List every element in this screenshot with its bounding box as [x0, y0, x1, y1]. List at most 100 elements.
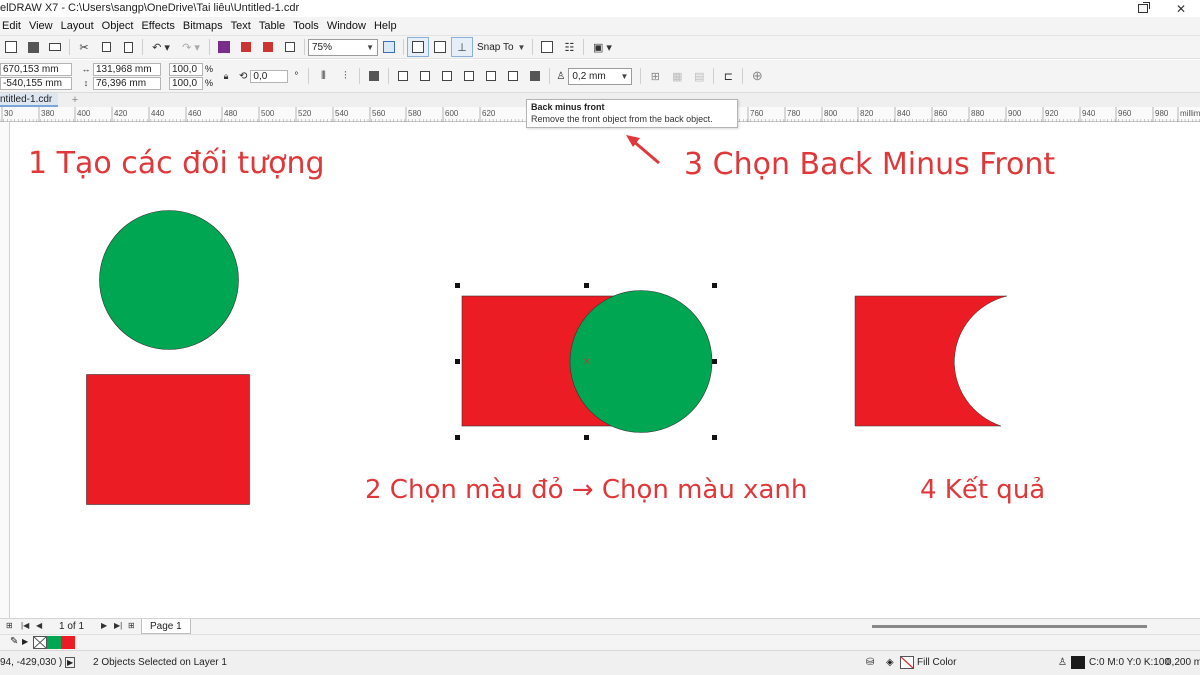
palette-arrow-icon[interactable]: ▶	[22, 637, 28, 646]
trim-button[interactable]	[414, 66, 436, 86]
menu-table[interactable]: Table	[259, 20, 293, 32]
mirror-vertical-button[interactable]: ⫶	[334, 66, 356, 86]
import-button[interactable]	[235, 37, 257, 57]
save-button[interactable]	[22, 37, 44, 57]
export-button[interactable]	[257, 37, 279, 57]
eyedropper-icon[interactable]: ✎	[10, 636, 18, 647]
horizontal-scrollbar[interactable]	[872, 625, 1147, 628]
selection-handle[interactable]	[455, 283, 460, 288]
intersect-icon	[442, 71, 453, 81]
selection-handle[interactable]	[712, 359, 717, 364]
menu-help[interactable]: Help	[374, 20, 405, 32]
restore-button[interactable]	[1124, 0, 1162, 17]
to-front-button[interactable]: ⊏	[717, 66, 739, 86]
menu-window[interactable]: Window	[327, 20, 374, 32]
menu-tools[interactable]: Tools	[293, 20, 327, 32]
weld-button[interactable]	[392, 66, 414, 86]
green-swatch[interactable]	[47, 636, 61, 649]
full-screen-button[interactable]	[378, 37, 400, 57]
rulers-icon	[412, 41, 424, 53]
next-page-button[interactable]: ▶	[101, 621, 107, 630]
last-page-button[interactable]: ▶|	[114, 621, 122, 630]
width-field[interactable]: 131,968 mm	[93, 62, 161, 76]
align-distribute-button[interactable]: ⊞	[644, 66, 666, 86]
menu-text[interactable]: Text	[231, 20, 259, 32]
lock-ratio-button[interactable]: 🔒︎	[215, 66, 237, 86]
zoom-level-dropdown[interactable]: 75% ▼	[308, 38, 378, 56]
quick-customize-button[interactable]: ⊕	[746, 66, 768, 86]
drawing-canvas[interactable]	[11, 122, 1200, 620]
menu-edit[interactable]: Edit	[2, 20, 29, 32]
combine-button[interactable]	[363, 66, 385, 86]
menu-layout[interactable]: Layout	[61, 20, 102, 32]
fill-bucket-icon: ⛁	[866, 657, 875, 668]
show-rulers-button[interactable]	[407, 37, 429, 57]
step-2-annotation: 2 Chọn màu đỏ → Chọn màu xanh	[365, 475, 808, 505]
red-swatch[interactable]	[61, 636, 75, 649]
welcome-screen-button[interactable]	[536, 37, 558, 57]
simplify-icon	[464, 71, 475, 81]
add-page-before-button[interactable]: ⊞	[6, 621, 13, 630]
property-bar: 670,153 mm -540,155 mm ↔ 131,968 mm ↕ 76…	[0, 60, 1200, 93]
scale-y-field[interactable]: 100,0	[169, 76, 203, 90]
ruler-label: 440	[151, 109, 165, 118]
print-button[interactable]	[44, 37, 66, 57]
add-document-button[interactable]: +	[68, 94, 82, 106]
selection-handle[interactable]	[712, 435, 717, 440]
break-apart-button[interactable]: ▤	[688, 66, 710, 86]
create-boundary-button[interactable]	[524, 66, 546, 86]
wrap-text-button[interactable]: ▦	[666, 66, 688, 86]
show-guidelines-button[interactable]: ⊥	[451, 37, 473, 57]
menu-effects[interactable]: Effects	[141, 20, 182, 32]
snap-to-dropdown[interactable]: Snap To ▼	[473, 42, 529, 53]
menu-view[interactable]: View	[29, 20, 61, 32]
separator	[209, 39, 210, 55]
redo-button[interactable]: ↷ ▾	[176, 37, 206, 57]
undo-button[interactable]: ↶ ▾	[146, 37, 176, 57]
back-minus-front-button[interactable]	[502, 66, 524, 86]
intersect-button[interactable]	[436, 66, 458, 86]
copy-button[interactable]	[95, 37, 117, 57]
paste-icon	[123, 41, 133, 53]
selection-handle[interactable]	[584, 435, 589, 440]
show-grid-button[interactable]	[429, 37, 451, 57]
cut-button[interactable]: ✂	[73, 37, 95, 57]
add-circle-icon: ⊕	[751, 68, 763, 83]
standard-toolbar: ✂ ↶ ▾ ↷ ▾ 75% ▼ ⊥ Snap To ▼ ☷ ▣ ▾	[0, 36, 1200, 59]
selection-handle[interactable]	[455, 435, 460, 440]
tab-untitled-1[interactable]: ntitled-1.cdr	[0, 93, 59, 107]
simplify-button[interactable]	[458, 66, 480, 86]
outline-width-dropdown[interactable]: 0,2 mm ▼	[568, 67, 633, 85]
front-minus-back-button[interactable]	[480, 66, 502, 86]
selection-handle[interactable]	[712, 283, 717, 288]
selection-handle[interactable]	[455, 359, 460, 364]
ruler-label: 520	[298, 109, 312, 118]
close-button[interactable]: ✕	[1162, 0, 1200, 17]
height-field[interactable]: 76,396 mm	[93, 76, 161, 90]
scale-x-field[interactable]: 100,0	[169, 62, 203, 76]
tab-page-1[interactable]: Page 1	[141, 619, 191, 634]
y-position-field[interactable]: -540,155 mm	[0, 76, 72, 90]
pdf-icon	[285, 42, 295, 52]
prev-page-button[interactable]: ◀	[36, 621, 42, 630]
menu-object[interactable]: Object	[102, 20, 142, 32]
separator	[142, 39, 143, 55]
publish-pdf-button[interactable]	[279, 37, 301, 57]
ruler-label: 860	[934, 109, 948, 118]
add-page-after-button[interactable]: ⊞	[128, 621, 135, 630]
first-page-button[interactable]: |◀	[21, 621, 29, 630]
new-button[interactable]	[0, 37, 22, 57]
rotation-angle-field[interactable]: 0,0	[250, 69, 289, 83]
mirror-horizontal-button[interactable]: ⫴	[312, 66, 334, 86]
options-button[interactable]: ☷	[558, 37, 580, 57]
status-play-icon[interactable]: ▶	[65, 657, 76, 668]
paste-button[interactable]	[117, 37, 139, 57]
menu-bitmaps[interactable]: Bitmaps	[183, 20, 231, 32]
no-color-swatch[interactable]	[33, 636, 47, 649]
search-content-button[interactable]	[213, 37, 235, 57]
application-launcher-button[interactable]: ▣ ▾	[587, 37, 617, 57]
vertical-ruler[interactable]	[0, 122, 10, 620]
create-boundary-icon	[530, 71, 541, 81]
x-position-field[interactable]: 670,153 mm	[0, 62, 72, 76]
selection-handle[interactable]	[584, 283, 589, 288]
